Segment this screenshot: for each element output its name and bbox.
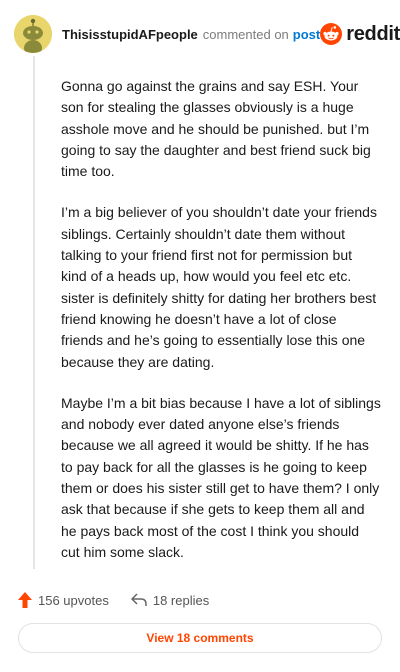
post-link[interactable]: post [293,27,320,42]
username-link[interactable]: ThisisstupidAFpeople [62,27,198,42]
upvote-arrow-icon [18,592,32,608]
view-comments-button[interactable]: View 18 comments [18,623,382,653]
reddit-logo[interactable]: reddit [320,23,400,46]
reddit-alien-icon [320,23,343,45]
comment-actions: 156 upvotes 18 replies [18,590,209,610]
replies-button[interactable]: 18 replies [131,593,209,608]
avatar[interactable] [14,15,52,53]
replies-count: 18 replies [152,592,210,608]
comment-body: Gonna go against the grains and say ESH.… [61,76,381,583]
comment-card: ThisisstupidAFpeople commented on post r… [0,0,400,672]
comment-paragraph: Gonna go against the grains and say ESH.… [61,78,371,180]
comment-paragraph: I’m a big believer of you shouldn’t date… [61,204,377,370]
reddit-wordmark: reddit [346,22,400,45]
reply-arrow-icon [131,593,147,606]
snoo-avatar-icon [14,15,52,53]
commented-on-text: commented on [202,26,289,42]
upvote-button[interactable]: 156 upvotes [18,592,109,608]
comment-header: ThisisstupidAFpeople commented on post r… [14,14,400,54]
comment-paragraph: Maybe I’m a bit bias because I have a lo… [61,394,381,560]
thread-line[interactable] [33,56,35,569]
upvote-count: 156 upvotes [38,592,109,608]
